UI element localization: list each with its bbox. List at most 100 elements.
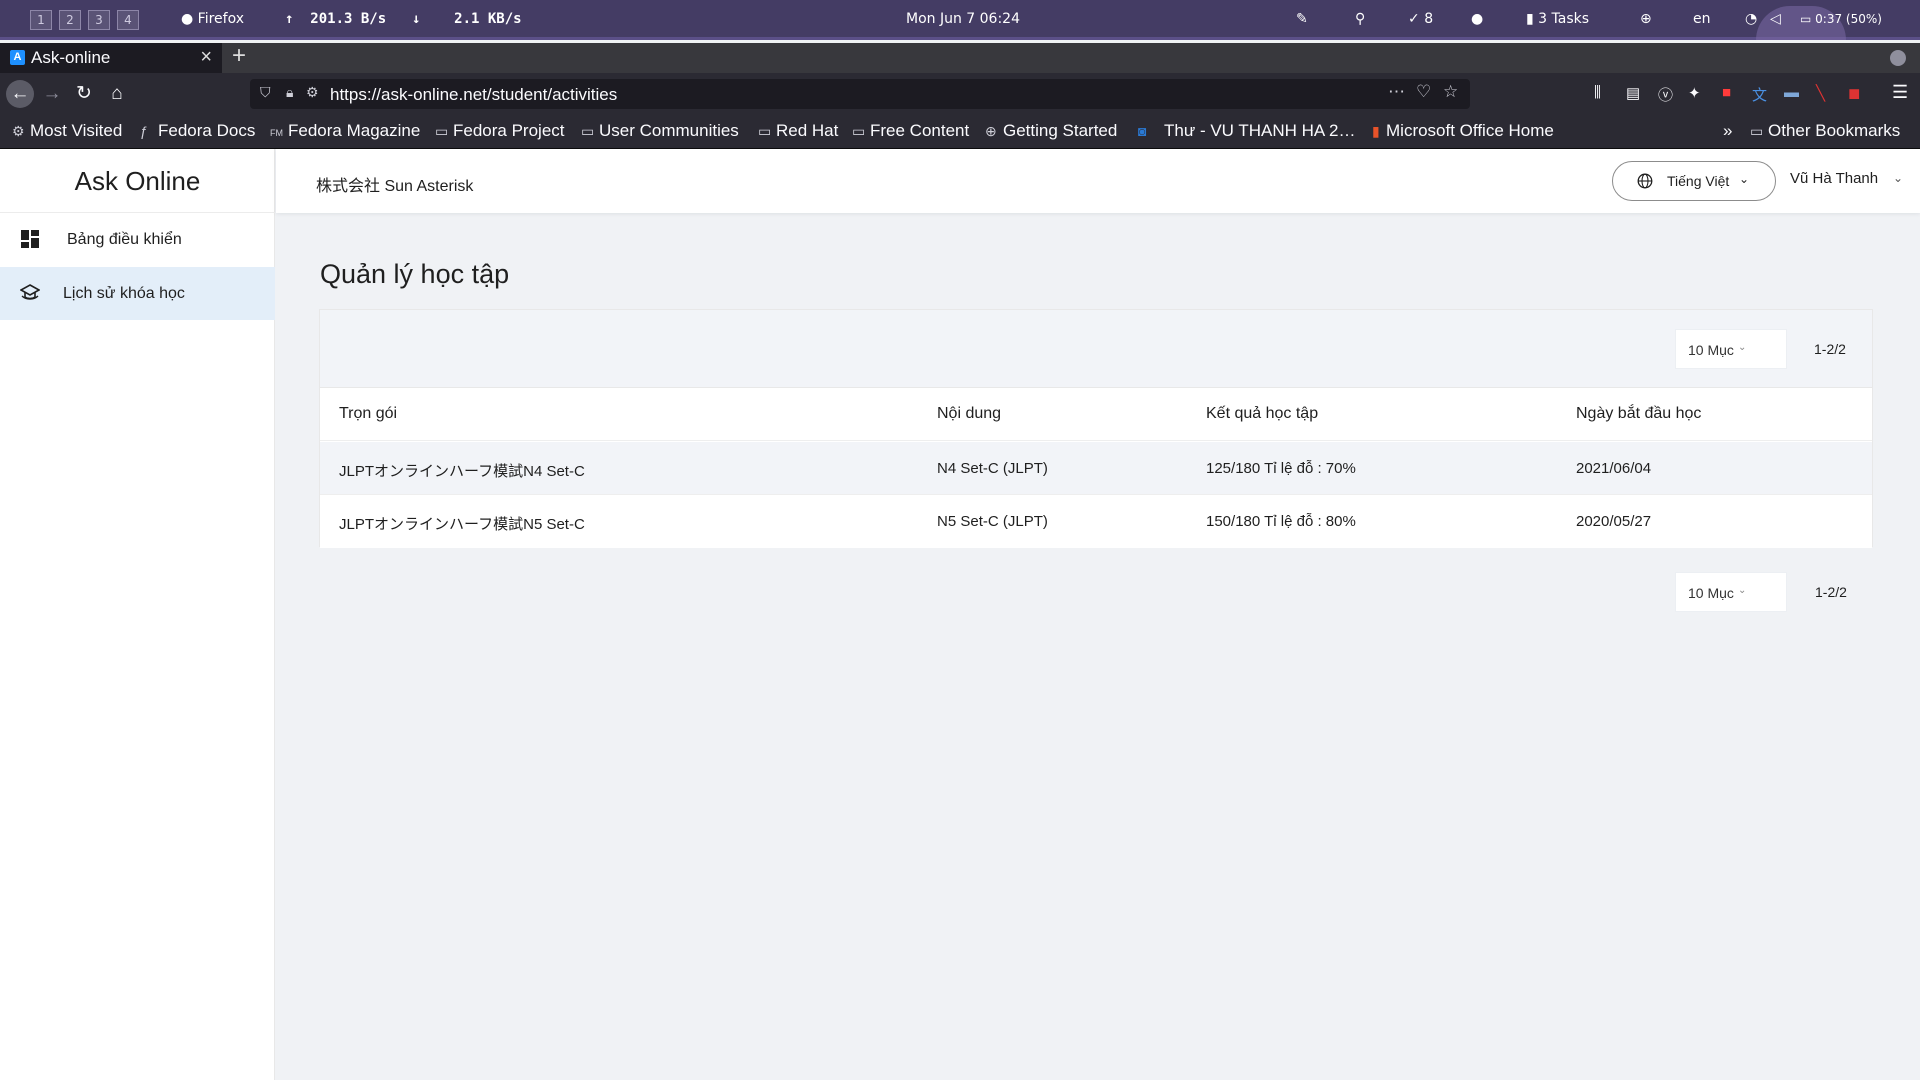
updates-indicator[interactable]: ✓ 8 [1408, 11, 1433, 27]
tab-overflow-indicator[interactable] [1890, 50, 1906, 66]
task-icon: ▮ [1526, 11, 1534, 27]
bookmark-label: Fedora Docs [158, 121, 256, 140]
tab-title: Ask-online [31, 48, 111, 67]
back-button[interactable]: ← [6, 80, 34, 108]
app-logo[interactable]: Ask Online [0, 149, 275, 213]
extension-pdf-icon[interactable]: ◼ [1848, 84, 1860, 102]
bookmark-item[interactable]: ◙ Thư - VU THANH HA 2… [1138, 121, 1356, 141]
bookmark-item[interactable]: ƒ Fedora Docs [140, 121, 255, 141]
lock-icon[interactable]: 🔒︎ [286, 84, 293, 101]
bookmark-item[interactable]: ▭ Red Hat [758, 121, 838, 141]
page-size-value: 10 Mục [1688, 585, 1734, 601]
clock[interactable]: Mon Jun 7 06:24 [906, 11, 1020, 27]
table-header: Trọn gói Nội dung Kết quả học tập Ngày b… [320, 388, 1872, 441]
bookmark-label: Most Visited [30, 121, 123, 140]
arrow-down-icon: ↓ [412, 11, 421, 27]
url-text[interactable]: https://ask-online.net/student/activitie… [330, 85, 617, 105]
hamburger-menu-icon[interactable]: ☰ [1892, 82, 1908, 103]
sidebar-item-dashboard[interactable]: Bảng điều khiển [0, 213, 275, 266]
bookmark-label: Thư - VU THANH HA 2… [1164, 121, 1356, 140]
table-row[interactable]: JLPTオンラインハーフ模試N5 Set-C N5 Set-C (JLPT) 1… [320, 495, 1872, 548]
close-tab-icon[interactable]: × [200, 46, 212, 69]
system-top-bar: 1 2 3 4 ● Firefox ↑ 201.3 B/s ↓ 2.1 KB/s… [0, 0, 1920, 40]
extension-v-icon[interactable]: ⓥ [1658, 84, 1673, 105]
bookmarks-overflow-icon[interactable]: » [1723, 121, 1732, 141]
chevron-down-icon[interactable]: ⌄ [1893, 171, 1903, 185]
battery-value: 0:37 (50%) [1815, 12, 1882, 26]
pagination-range: 1-2/2 [1814, 341, 1846, 357]
network-tray-icon[interactable]: ⚲ [1355, 11, 1365, 27]
package-cell: JLPTオンラインハーフ模試N5 Set-C [339, 516, 585, 533]
page-size-select-bottom[interactable]: 10 Mục ⌄ [1675, 572, 1787, 612]
extension-notify-icon[interactable]: ■ [1722, 84, 1731, 101]
other-bookmarks[interactable]: ▭ Other Bookmarks [1750, 121, 1900, 141]
folder-icon: ▭ [581, 123, 595, 139]
sidebar-item-label: Bảng điều khiển [67, 231, 182, 248]
tracking-shield-icon[interactable]: ⛉ [260, 84, 271, 101]
extension-tool-icon[interactable]: ✦ [1688, 84, 1701, 102]
forward-button[interactable]: → [38, 80, 66, 108]
tab-strip: A Ask-online × + [0, 42, 1920, 73]
fedora-icon: ƒ [140, 123, 148, 139]
volume-icon[interactable]: ◁ [1770, 11, 1781, 27]
user-name[interactable]: Vũ Hà Thanh [1790, 170, 1878, 187]
globe-icon: ⊕ [985, 123, 997, 139]
table-row[interactable]: JLPTオンラインハーフ模試N4 Set-C N4 Set-C (JLPT) 1… [320, 442, 1872, 495]
bookmark-item[interactable]: ⚙ Most Visited [12, 121, 122, 141]
reload-button[interactable]: ↻ [70, 80, 98, 108]
extension-slash-icon[interactable]: ╲ [1816, 84, 1825, 102]
firefox-icon: ● [181, 11, 194, 27]
bookmark-item[interactable]: ▮ Microsoft Office Home [1372, 121, 1554, 141]
page-actions-icon[interactable]: ⋯ [1388, 82, 1405, 102]
company-name: 株式会社 Sun Asterisk [316, 178, 474, 195]
translate-icon[interactable]: 文 [1752, 84, 1767, 105]
browser-tab[interactable]: A Ask-online × [0, 43, 222, 73]
page-size-select[interactable]: 10 Mục ⌄ [1675, 329, 1787, 369]
workspace-4-button[interactable]: 4 [117, 10, 139, 30]
chat-icon[interactable]: ● [1471, 11, 1483, 27]
updates-count: 8 [1424, 11, 1434, 27]
keyboard-layout[interactable]: en [1693, 11, 1711, 27]
language-selector[interactable]: Tiếng Việt ⌄ [1612, 161, 1776, 201]
pagination-range-bottom: 1-2/2 [1815, 584, 1847, 600]
tasks-indicator[interactable]: ▮ 3 Tasks [1526, 11, 1589, 27]
arrow-up-icon: ↑ [285, 11, 294, 27]
result-cell: 125/180 Tỉ lệ đỗ : 70% [1206, 460, 1356, 477]
sidebar-toggle-icon[interactable]: ▤ [1626, 84, 1640, 102]
battery-indicator[interactable]: ▭ 0:37 (50%) [1800, 12, 1882, 26]
url-bar[interactable]: ⛉ 🔒︎ ⚙ https://ask-online.net/student/ac… [250, 79, 1470, 109]
accessibility-icon[interactable]: ⊕ [1640, 11, 1652, 27]
bookmark-star-icon[interactable]: ☆ [1443, 82, 1458, 102]
pocket-icon[interactable]: ♡ [1416, 82, 1431, 102]
active-app-label[interactable]: ● Firefox [181, 11, 244, 27]
chevron-down-icon: ⌄ [1739, 172, 1750, 186]
column-header-start-date: Ngày bắt đầu học [1576, 405, 1702, 422]
table-toolbar: 10 Mục ⌄ 1-2/2 [320, 310, 1872, 388]
wifi-icon[interactable]: ◔ [1745, 11, 1757, 27]
outlook-icon: ◙ [1138, 123, 1147, 139]
bookmark-item[interactable]: ▭ Free Content [852, 121, 969, 141]
download-speed: ↓ 2.1 KB/s [412, 11, 522, 27]
bookmark-label: Free Content [870, 121, 970, 140]
extension-screen-icon[interactable]: ▬ [1784, 84, 1799, 101]
bookmark-item[interactable]: FM Fedora Magazine [270, 121, 420, 141]
new-tab-button[interactable]: + [232, 42, 246, 70]
activities-table-card: 10 Mục ⌄ 1-2/2 Trọn gói Nội dung Kết quả… [319, 309, 1873, 548]
bookmark-item[interactable]: ▭ Fedora Project [435, 121, 565, 141]
workspace-1-button[interactable]: 1 [30, 10, 52, 30]
library-icon[interactable]: ⫼ [1594, 84, 1601, 101]
bookmark-item[interactable]: ⊕ Getting Started [985, 121, 1117, 141]
start-date-cell: 2021/06/04 [1576, 460, 1652, 477]
home-button[interactable]: ⌂ [103, 80, 131, 108]
download-speed-value: 2.1 KB/s [454, 11, 522, 27]
start-date-cell: 2020/05/27 [1576, 513, 1652, 530]
bookmark-label: Getting Started [1003, 121, 1118, 140]
sidebar-item-label: Lịch sử khóa học [63, 285, 185, 302]
color-picker-icon[interactable]: ✎ [1296, 11, 1308, 27]
sidebar-item-course-history[interactable]: Lịch sử khóa học [0, 267, 275, 320]
workspace-3-button[interactable]: 3 [88, 10, 110, 30]
permissions-icon[interactable]: ⚙ [306, 84, 319, 101]
upload-speed: ↑ 201.3 B/s [285, 11, 386, 27]
workspace-2-button[interactable]: 2 [59, 10, 81, 30]
bookmark-item[interactable]: ▭ User Communities [581, 121, 739, 141]
